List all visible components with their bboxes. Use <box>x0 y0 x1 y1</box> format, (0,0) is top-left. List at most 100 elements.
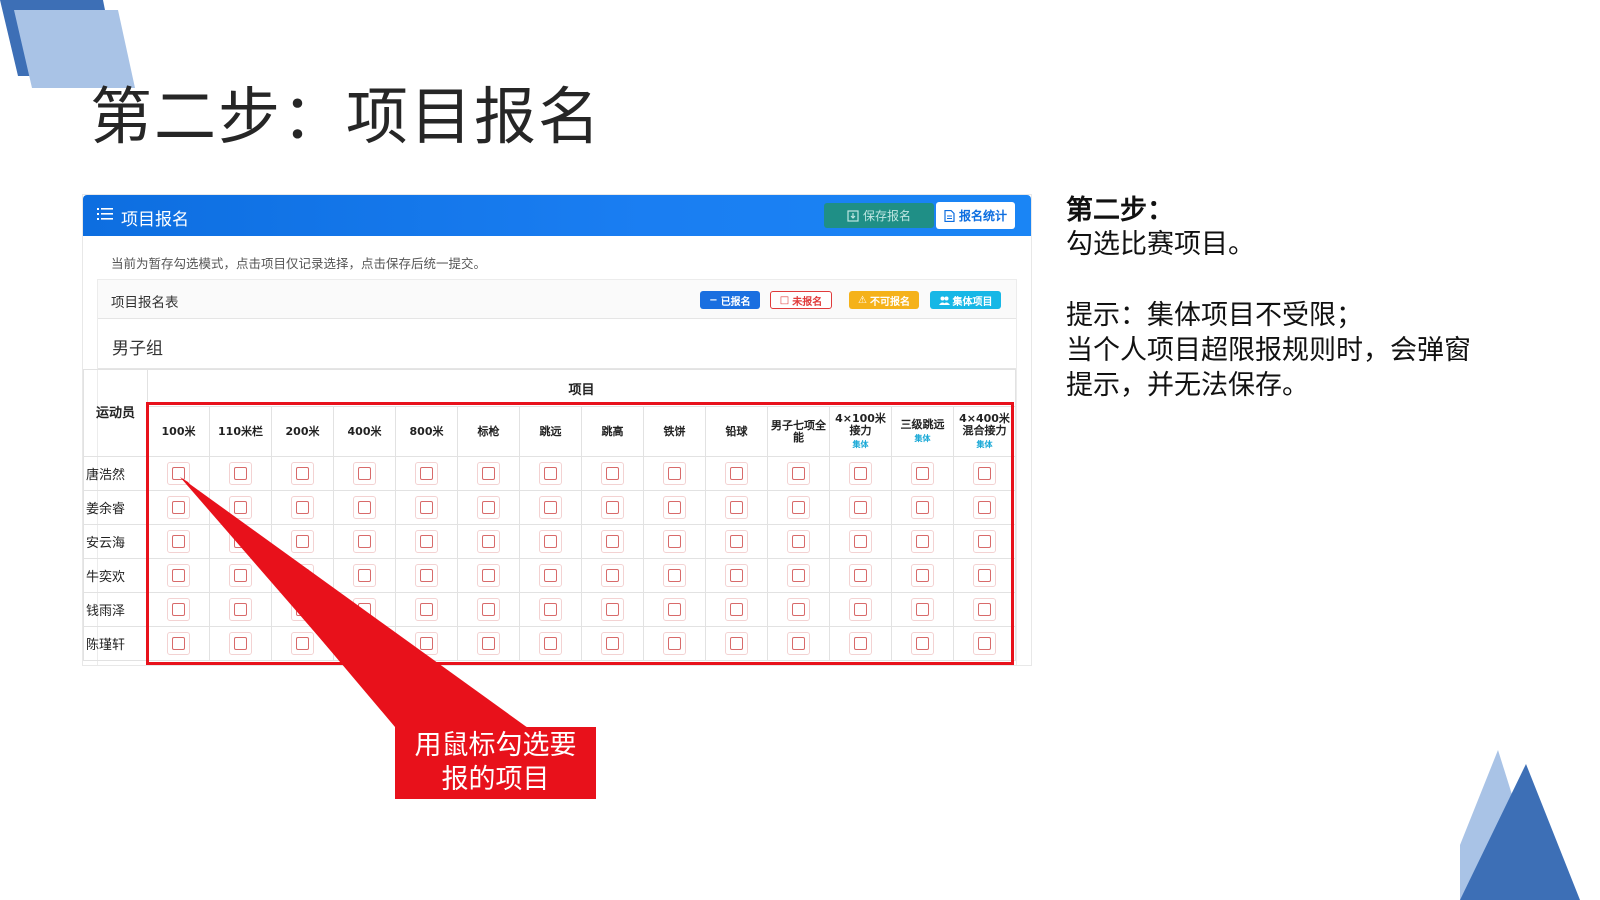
event-checkbox[interactable] <box>911 530 934 553</box>
event-checkbox[interactable] <box>415 462 438 485</box>
event-checkbox[interactable] <box>787 632 810 655</box>
event-checkbox[interactable] <box>973 462 996 485</box>
event-checkbox[interactable] <box>353 496 376 519</box>
event-checkbox[interactable] <box>787 462 810 485</box>
event-checkbox[interactable] <box>477 462 500 485</box>
event-checkbox[interactable] <box>539 496 562 519</box>
event-checkbox[interactable] <box>353 564 376 587</box>
event-checkbox[interactable] <box>911 496 934 519</box>
bottom-right-decoration <box>1460 750 1580 900</box>
event-checkbox[interactable] <box>725 598 748 621</box>
event-checkbox[interactable] <box>229 598 252 621</box>
event-checkbox[interactable] <box>601 496 624 519</box>
event-checkbox[interactable] <box>849 462 872 485</box>
event-checkbox[interactable] <box>539 598 562 621</box>
registration-cell <box>829 490 892 525</box>
event-checkbox[interactable] <box>229 530 252 553</box>
event-checkbox[interactable] <box>725 462 748 485</box>
event-checkbox[interactable] <box>849 564 872 587</box>
event-checkbox[interactable] <box>353 530 376 553</box>
event-checkbox[interactable] <box>849 632 872 655</box>
event-checkbox[interactable] <box>787 564 810 587</box>
event-checkbox[interactable] <box>415 496 438 519</box>
event-checkbox[interactable] <box>291 632 314 655</box>
event-checkbox[interactable] <box>167 462 190 485</box>
event-checkbox[interactable] <box>849 598 872 621</box>
event-checkbox[interactable] <box>849 496 872 519</box>
event-checkbox[interactable] <box>663 564 686 587</box>
event-checkbox[interactable] <box>973 496 996 519</box>
event-checkbox[interactable] <box>911 598 934 621</box>
save-registration-button[interactable]: 保存报名 <box>824 203 934 228</box>
event-checkbox[interactable] <box>973 632 996 655</box>
event-checkbox[interactable] <box>353 462 376 485</box>
registration-cell <box>891 592 954 627</box>
event-checkbox[interactable] <box>911 564 934 587</box>
event-checkbox[interactable] <box>229 632 252 655</box>
event-checkbox[interactable] <box>601 530 624 553</box>
event-checkbox[interactable] <box>477 496 500 519</box>
event-checkbox[interactable] <box>291 496 314 519</box>
event-checkbox[interactable] <box>787 598 810 621</box>
legend-forbidden-label: 不可报名 <box>869 296 910 308</box>
event-checkbox[interactable] <box>725 632 748 655</box>
checkbox-square <box>916 535 929 548</box>
event-checkbox[interactable] <box>911 462 934 485</box>
event-checkbox[interactable] <box>167 530 190 553</box>
event-checkbox[interactable] <box>167 496 190 519</box>
event-checkbox[interactable] <box>539 462 562 485</box>
event-checkbox[interactable] <box>973 564 996 587</box>
event-checkbox[interactable] <box>663 598 686 621</box>
event-checkbox[interactable] <box>663 530 686 553</box>
event-checkbox[interactable] <box>291 530 314 553</box>
event-checkbox[interactable] <box>415 530 438 553</box>
registration-stats-button[interactable]: 报名统计 <box>936 202 1015 229</box>
event-checkbox[interactable] <box>477 632 500 655</box>
event-checkbox[interactable] <box>663 632 686 655</box>
event-checkbox[interactable] <box>539 632 562 655</box>
event-checkbox[interactable] <box>229 496 252 519</box>
event-checkbox[interactable] <box>973 530 996 553</box>
event-checkbox[interactable] <box>167 598 190 621</box>
event-name: 4×100米接力 <box>835 412 886 437</box>
event-checkbox[interactable] <box>601 462 624 485</box>
event-checkbox[interactable] <box>415 598 438 621</box>
checkbox-square <box>420 501 433 514</box>
event-checkbox[interactable] <box>229 564 252 587</box>
event-checkbox[interactable] <box>477 598 500 621</box>
event-checkbox[interactable] <box>725 564 748 587</box>
event-checkbox[interactable] <box>353 632 376 655</box>
event-checkbox[interactable] <box>911 632 934 655</box>
event-checkbox[interactable] <box>167 632 190 655</box>
event-checkbox[interactable] <box>787 496 810 519</box>
event-checkbox[interactable] <box>229 462 252 485</box>
event-checkbox[interactable] <box>415 632 438 655</box>
event-checkbox[interactable] <box>291 598 314 621</box>
event-checkbox[interactable] <box>477 564 500 587</box>
event-checkbox[interactable] <box>663 462 686 485</box>
registration-cell <box>519 592 582 627</box>
event-checkbox[interactable] <box>353 598 376 621</box>
checkbox-square <box>854 535 867 548</box>
event-checkbox[interactable] <box>291 564 314 587</box>
event-checkbox[interactable] <box>849 530 872 553</box>
event-checkbox[interactable] <box>477 530 500 553</box>
event-checkbox[interactable] <box>725 496 748 519</box>
callout-line-1: 用鼠标勾选要 <box>414 730 577 761</box>
event-checkbox[interactable] <box>601 564 624 587</box>
event-checkbox[interactable] <box>663 496 686 519</box>
event-checkbox[interactable] <box>167 564 190 587</box>
event-name: 铁饼 <box>663 424 686 438</box>
registration-cell <box>147 524 210 559</box>
event-checkbox[interactable] <box>415 564 438 587</box>
event-checkbox[interactable] <box>787 530 810 553</box>
event-checkbox[interactable] <box>973 598 996 621</box>
event-checkbox[interactable] <box>291 462 314 485</box>
checkbox-square <box>358 535 371 548</box>
tip-line-1: 提示：集体项目不受限； <box>1066 300 1363 331</box>
event-checkbox[interactable] <box>539 564 562 587</box>
event-checkbox[interactable] <box>601 598 624 621</box>
event-checkbox[interactable] <box>601 632 624 655</box>
event-checkbox[interactable] <box>725 530 748 553</box>
event-checkbox[interactable] <box>539 530 562 553</box>
